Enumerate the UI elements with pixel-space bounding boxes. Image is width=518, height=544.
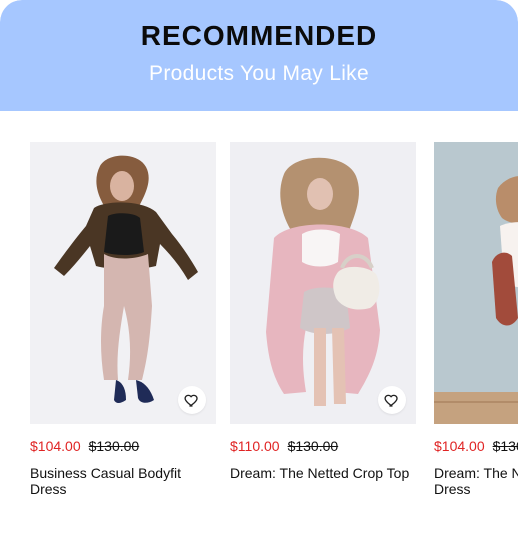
product-card[interactable]: $104.00 $130.00 Dream: The Netted Casual… bbox=[434, 142, 518, 512]
price-row: $110.00 $130.00 bbox=[230, 438, 338, 454]
recommended-header: RECOMMENDED Products You May Like bbox=[0, 0, 518, 111]
product-carousel[interactable]: $104.00 $130.00 Business Casual Bodyfit … bbox=[0, 142, 518, 522]
sale-price: $104.00 bbox=[434, 438, 485, 454]
wishlist-button[interactable] bbox=[178, 386, 206, 414]
compare-at-price: $130.00 bbox=[88, 438, 140, 454]
recommended-section: RECOMMENDED Products You May Like $104.0… bbox=[0, 0, 518, 544]
product-title[interactable]: Business Casual Bodyfit Dress bbox=[30, 465, 216, 497]
heart-outline-icon bbox=[184, 394, 198, 407]
product-image[interactable] bbox=[230, 142, 416, 424]
compare-at-price: $130.00 bbox=[492, 438, 518, 454]
section-subtitle: Products You May Like bbox=[149, 62, 369, 85]
product-image[interactable] bbox=[434, 142, 518, 424]
compare-at-price: $130.00 bbox=[287, 438, 339, 454]
sale-price: $110.00 bbox=[230, 438, 280, 454]
product-title[interactable]: Dream: The Netted Crop Top bbox=[230, 465, 416, 481]
sale-price: $104.00 bbox=[30, 438, 81, 454]
product-card[interactable]: $110.00 $130.00 Dream: The Netted Crop T… bbox=[230, 142, 416, 512]
price-row: $104.00 $130.00 bbox=[434, 438, 518, 454]
product-image[interactable] bbox=[30, 142, 216, 424]
product-title[interactable]: Dream: The Netted Casual Dress bbox=[434, 465, 518, 497]
section-title: RECOMMENDED bbox=[140, 20, 378, 51]
price-row: $104.00 $130.00 bbox=[30, 438, 139, 454]
wishlist-button[interactable] bbox=[378, 386, 406, 414]
product-card[interactable]: $104.00 $130.00 Business Casual Bodyfit … bbox=[30, 142, 216, 512]
heart-outline-icon bbox=[384, 394, 398, 407]
